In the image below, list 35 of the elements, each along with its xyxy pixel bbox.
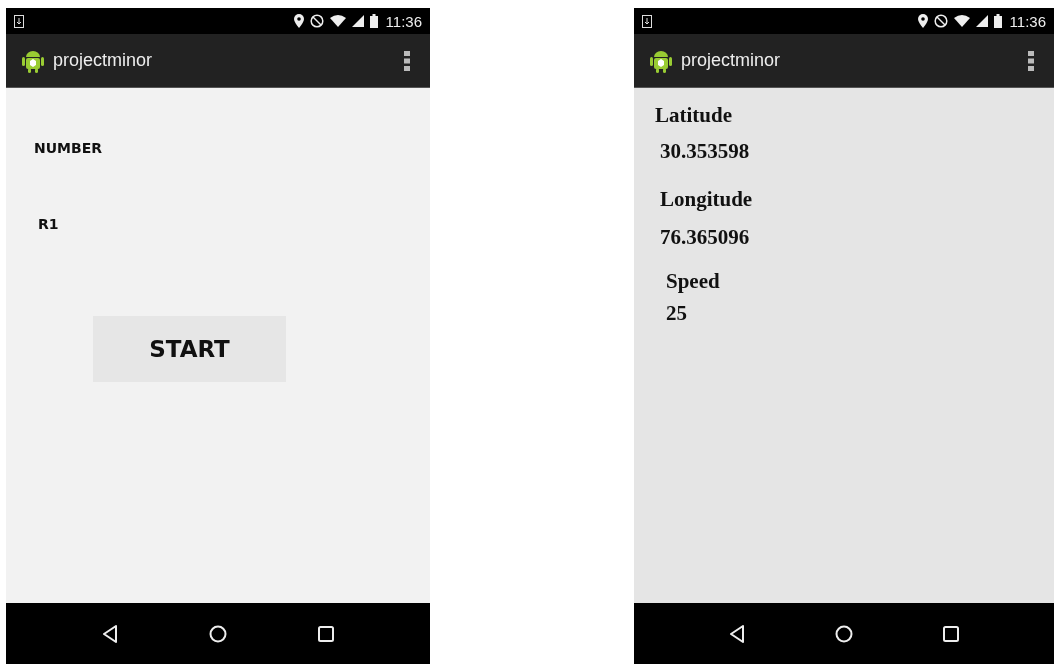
blocked-icon [933, 14, 948, 28]
form-label: NUMBER [34, 140, 103, 156]
start-button[interactable]: START [93, 316, 286, 382]
overflow-menu-icon[interactable] [404, 50, 410, 71]
form-label: R1 [38, 216, 59, 232]
reading-value: 30.353598 [660, 138, 750, 164]
signal-icon [351, 15, 364, 27]
app-title: projectminor [53, 50, 153, 71]
clock-time: 11:36 [385, 12, 422, 30]
back-icon[interactable] [101, 624, 118, 643]
blocked-icon [309, 14, 324, 28]
reading-value: 25 [666, 300, 687, 326]
clock-time: 11:36 [1009, 12, 1046, 30]
reading-label: Speed [666, 268, 720, 294]
location-icon [293, 14, 304, 28]
location-icon [917, 14, 928, 28]
home-icon[interactable] [209, 624, 227, 643]
download-notification-icon [14, 14, 24, 28]
reading-value: 76.365096 [660, 224, 750, 250]
wifi-icon [953, 15, 970, 27]
android-logo-icon [22, 48, 44, 73]
reading-label: Latitude [655, 102, 732, 128]
wifi-icon [329, 15, 346, 27]
recents-icon[interactable] [318, 625, 335, 642]
app-title: projectminor [681, 50, 781, 71]
overflow-menu-icon[interactable] [1028, 50, 1034, 71]
battery-icon [993, 14, 1002, 28]
recents-icon[interactable] [943, 625, 959, 642]
home-icon[interactable] [835, 624, 853, 643]
signal-icon [975, 15, 988, 27]
battery-icon [369, 14, 378, 28]
back-icon[interactable] [729, 624, 745, 643]
reading-label: Longitude [660, 186, 753, 212]
android-logo-icon [650, 48, 672, 73]
download-notification-icon [642, 14, 652, 28]
